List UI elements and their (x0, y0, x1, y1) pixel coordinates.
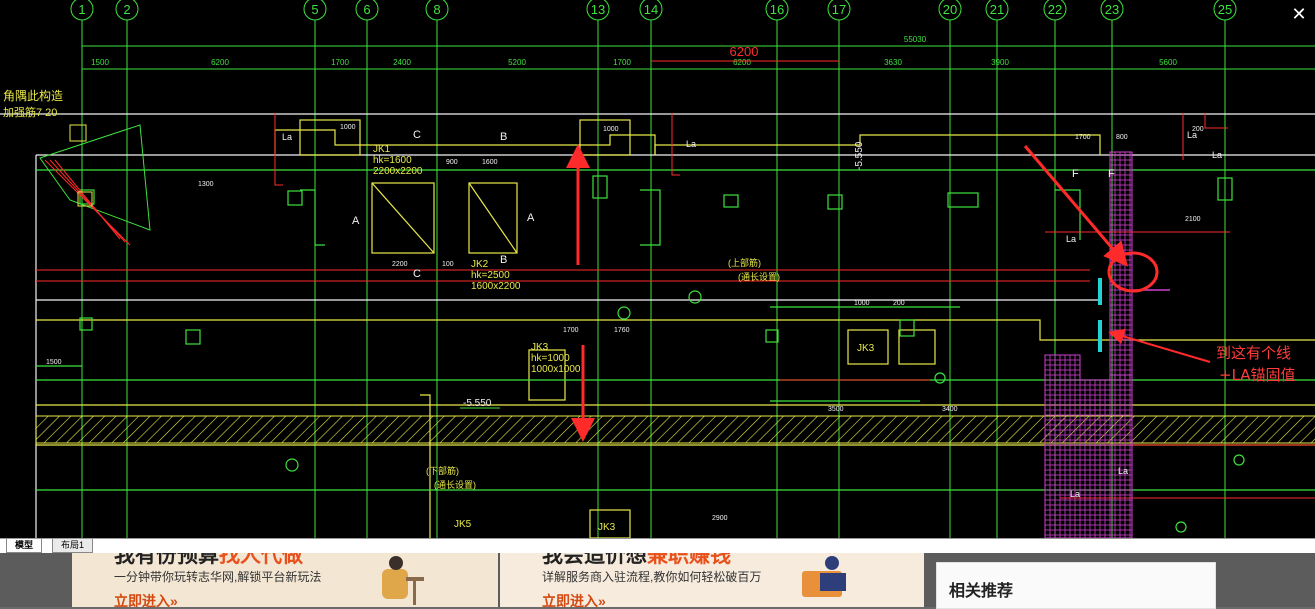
tag-jk3-hk: hk=1000 (531, 353, 570, 364)
section-mark: B (500, 254, 507, 266)
rebar-note: (通长设置) (738, 271, 780, 282)
tag-jk3-size: 1000x1000 (531, 364, 581, 375)
dim-text: 1000 (854, 300, 870, 307)
tag-jk3-mid: JK3 (857, 343, 875, 354)
axis-label: 2 (123, 2, 130, 17)
dim-text: 3630 (884, 58, 902, 67)
dim-text: 2100 (1185, 216, 1201, 223)
section-mark: C (413, 129, 421, 141)
dim-text: 1700 (1075, 134, 1091, 141)
axis-label: 21 (990, 2, 1004, 17)
la-label: La (1187, 130, 1197, 140)
rebar-note: (下部筋) (426, 465, 459, 476)
annotation-line-2: +LA锚固值 (1219, 366, 1296, 384)
la-label: La (1118, 466, 1128, 476)
axis-label: 17 (832, 2, 846, 17)
banner-enter-link[interactable]: 立即进入» (542, 591, 606, 607)
tag-jk1-hk: hk=1600 (373, 155, 412, 166)
banner-subtitle: 详解服务商入驻流程,教你如何轻松破百万 (542, 570, 762, 584)
dim-text: 200 (893, 300, 905, 307)
dim-text: 2400 (393, 58, 411, 67)
dim-text: 1000 (340, 124, 356, 131)
image-viewer[interactable]: 1 2 5 6 8 13 14 16 17 20 21 22 23 25 550… (0, 0, 1315, 553)
tag-jk3: JK3 (531, 342, 549, 353)
axis-label: 20 (943, 2, 957, 17)
la-label: La (1212, 150, 1222, 160)
related-recommendations-card: 相关推荐 (936, 562, 1216, 609)
dim-text: 1600 (482, 159, 498, 166)
dim-text: 5600 (1159, 58, 1177, 67)
section-mark: A (527, 212, 535, 224)
tab-layout1[interactable]: 布局1 (52, 539, 94, 553)
rebar-note: (通长设置) (434, 479, 476, 490)
axis-label: 23 (1105, 2, 1119, 17)
axis-label: 13 (591, 2, 605, 17)
dim-text: 800 (1116, 134, 1128, 141)
la-label: La (1066, 234, 1076, 244)
corner-note-2: 加强筋7 20 (3, 105, 57, 119)
tag-jk1-size: 2200x2200 (373, 166, 423, 177)
section-mark: B (500, 131, 507, 143)
dim-text: 6200 (211, 58, 229, 67)
tag-jk2-size: 1600x2200 (471, 281, 521, 292)
corner-note-1: 角隅此构造 (3, 88, 63, 103)
person-at-desk-illustration (382, 556, 424, 605)
dim-text: 1500 (91, 58, 109, 67)
axis-label: 8 (433, 2, 440, 17)
dim-text: 1300 (198, 181, 214, 188)
related-recommendations-title: 相关推荐 (949, 583, 1014, 600)
dim-text: 1700 (563, 327, 579, 334)
dim-text: 100 (442, 261, 454, 268)
section-mark: F (1108, 168, 1115, 180)
layout-tab-bar: 模型 布局1 (0, 538, 1315, 553)
dim-text: 3400 (942, 406, 958, 413)
axis-label: 5 (311, 2, 318, 17)
magenta-wall-upper (1109, 151, 1133, 381)
section-mark: F (1072, 168, 1079, 180)
tag-jk1: JK1 (373, 144, 391, 155)
dim-text: 3500 (828, 406, 844, 413)
la-label: La (686, 139, 696, 149)
banner-subtitle: 一分钟带你玩转志华网,解锁平台新玩法 (114, 570, 322, 584)
section-mark: A (352, 215, 360, 227)
dim-text: 1500 (46, 359, 62, 366)
cad-drawing: 1 2 5 6 8 13 14 16 17 20 21 22 23 25 550… (0, 0, 1315, 538)
axis-label: 1 (78, 2, 85, 17)
dim-text: 1700 (331, 58, 349, 67)
dim-text: 6200 (733, 58, 751, 67)
rebar-note: (上部筋) (728, 257, 761, 268)
dim-text: 2900 (712, 515, 728, 522)
annotation-line-1: 到这有个线 (1216, 344, 1292, 362)
elevation-text: -5.550 (854, 141, 865, 170)
tag-jk2-hk: hk=2500 (471, 270, 510, 281)
tag-jk3-low: JK3 (598, 522, 616, 533)
tag-jk5: JK5 (454, 519, 472, 530)
axis-label: 22 (1048, 2, 1062, 17)
la-label: La (1070, 489, 1080, 499)
dim-text: 5200 (508, 58, 526, 67)
dim-text: 2200 (392, 261, 408, 268)
axis-label: 25 (1218, 2, 1232, 17)
tab-model[interactable]: 模型 (6, 539, 43, 553)
person-at-laptop-illustration (802, 556, 846, 597)
dim-text-6200: 6200 (730, 44, 759, 59)
la-label: La (282, 132, 292, 142)
promo-banner-parttime[interactable]: 我会造价想兼职赚钱 详解服务商入驻流程,教你如何轻松破百万 立即进入» (500, 545, 924, 607)
section-mark: C (413, 268, 421, 280)
overall-dimension: 55030 (904, 35, 927, 44)
promo-banner-budget[interactable]: 我有份预算找人代做 一分钟带你玩转志华网,解锁平台新玩法 立即进入» (72, 545, 498, 607)
tag-jk2: JK2 (471, 259, 489, 270)
axis-label: 14 (644, 2, 658, 17)
dim-text: 1760 (614, 327, 630, 334)
banner-enter-link[interactable]: 立即进入» (114, 591, 178, 607)
close-viewer-icon[interactable]: ✕ (1289, 4, 1309, 24)
magenta-wall-lower (1044, 354, 1133, 538)
axis-label: 16 (770, 2, 784, 17)
dim-text: 1700 (613, 58, 631, 67)
dim-text: 1000 (603, 126, 619, 133)
dim-text: 3900 (991, 58, 1009, 67)
dim-text: 900 (446, 159, 458, 166)
elevation-text: -5.550 (463, 398, 492, 409)
axis-label: 6 (363, 2, 370, 17)
